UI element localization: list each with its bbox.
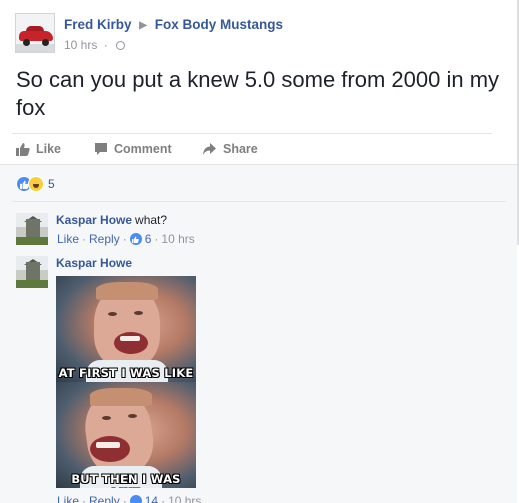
share-button[interactable]: Share [202, 142, 258, 156]
arrow-right-icon: ▶ [139, 20, 147, 31]
comment-like-link[interactable]: Like [57, 232, 79, 246]
comment-1-meta: Like · Reply · 6 · 10 hrs [57, 232, 195, 246]
meme-caption-top: AT FIRST I WAS LIKE [58, 366, 194, 380]
share-label: Share [223, 142, 258, 156]
globe-icon[interactable] [116, 41, 126, 50]
comment-timestamp[interactable]: 10 hrs [161, 232, 194, 246]
comment-1: Kaspar Howe what? [56, 213, 167, 227]
author-avatar[interactable] [15, 13, 55, 53]
post-meta: 10 hrs · [64, 38, 126, 52]
post-header: Fred Kirby ▶ Fox Body Mustangs [64, 17, 283, 32]
haha-reaction-icon [28, 176, 44, 192]
reactions-summary[interactable]: 5 [16, 176, 55, 192]
post-body-text: So can you put a knew 5.0 some from 2000… [16, 67, 500, 120]
like-reaction-icon [129, 233, 142, 245]
comment-like-count[interactable]: 6 [145, 232, 152, 246]
divider [12, 133, 492, 134]
like-label: Like [36, 142, 62, 156]
feed-post: Fred Kirby ▶ Fox Body Mustangs 10 hrs · … [0, 0, 519, 503]
commenter-avatar[interactable] [16, 256, 48, 288]
comment-label: Comment [114, 142, 172, 156]
comment-icon [95, 143, 107, 155]
reaction-count[interactable]: 5 [48, 177, 55, 191]
share-icon [203, 143, 216, 155]
group-link[interactable]: Fox Body Mustangs [155, 17, 283, 32]
comment-timestamp[interactable]: 10 hrs [168, 494, 201, 503]
comment-like-count[interactable]: 14 [145, 494, 158, 503]
comment-reply-link[interactable]: Reply [89, 232, 120, 246]
like-button[interactable]: Like [16, 142, 61, 156]
comment-button[interactable]: Comment [94, 142, 172, 156]
commenter-name[interactable]: Kaspar Howe [56, 213, 132, 227]
comment-reply-link[interactable]: Reply [89, 494, 120, 503]
comment-like-link[interactable]: Like [57, 494, 79, 503]
like-reaction-icon [129, 495, 142, 503]
comment-2: Kaspar Howe [56, 256, 132, 270]
meme-caption-bottom: BUT THEN I WAS LIKE [71, 472, 181, 488]
commenter-avatar[interactable] [16, 213, 48, 245]
meme-image[interactable]: AT FIRST I WAS LIKE BUT THEN I WAS LIKE [56, 276, 196, 488]
commenter-name[interactable]: Kaspar Howe [56, 256, 132, 270]
comment-text: what? [135, 213, 168, 227]
divider [12, 201, 506, 202]
comment-2-meta: Like · Reply · 14 · 10 hrs [57, 494, 201, 503]
thumbs-up-icon [16, 143, 30, 156]
post-timestamp[interactable]: 10 hrs [64, 38, 97, 52]
author-link[interactable]: Fred Kirby [64, 17, 132, 32]
